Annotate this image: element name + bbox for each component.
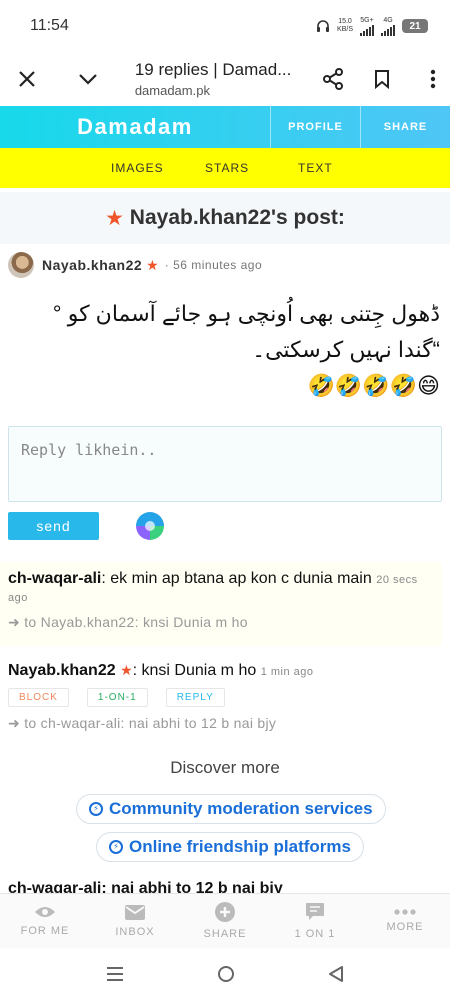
signal-icon bbox=[381, 24, 395, 36]
post-author-row: Nayab.khan22 ★ · 56 minutes ago bbox=[8, 252, 262, 278]
eye-icon bbox=[35, 907, 55, 917]
star-icon: ★ bbox=[146, 256, 159, 273]
share-icon bbox=[322, 68, 343, 90]
comment-author[interactable]: Nayab.khan22 bbox=[8, 662, 116, 679]
post-body: ڈھول جِتنی بھی اُونچی ہو جائے آسمان کو °… bbox=[10, 296, 440, 404]
share-page-button[interactable] bbox=[316, 62, 349, 96]
bookmark-icon bbox=[374, 70, 389, 89]
headphones-icon bbox=[317, 20, 330, 32]
comment-item: ch-waqar-ali: ek min ap btana ap kon c d… bbox=[0, 562, 442, 646]
status-time: 11:54 bbox=[30, 17, 69, 34]
battery-icon: 21 bbox=[402, 19, 428, 33]
page-url: damadam.pk bbox=[134, 83, 210, 98]
page-tab-title: 19 replies | Damad... bbox=[134, 60, 292, 79]
comment-actions: BLOCK 1-ON-1 REPLY bbox=[8, 688, 434, 707]
discover-title: Discover more bbox=[170, 758, 280, 777]
lightning-icon: ⚡ bbox=[109, 840, 123, 854]
tab-label: FOR ME bbox=[20, 925, 70, 937]
tab-label: SHARE bbox=[203, 928, 247, 940]
net-5g-label: 5G+ bbox=[360, 16, 374, 24]
tab-for-me[interactable]: FOR ME bbox=[0, 894, 90, 948]
nav-stars[interactable]: STARS bbox=[205, 161, 249, 175]
browser-menu-button[interactable] bbox=[417, 62, 450, 96]
tab-label: MORE bbox=[386, 921, 424, 933]
tab-label: INBOX bbox=[115, 925, 155, 938]
browser-title-box[interactable]: 19 replies | Damad... damadam.pk bbox=[135, 60, 302, 98]
comment-text: : knsi Dunia m ho bbox=[132, 662, 257, 679]
site-header: Damadam PROFILE SHARE bbox=[0, 106, 450, 148]
send-button[interactable]: send bbox=[8, 512, 99, 540]
net-speed-value: 15.0 bbox=[338, 18, 352, 25]
post-author-name[interactable]: Nayab.khan22 bbox=[42, 257, 142, 273]
close-tab-button[interactable] bbox=[10, 62, 43, 96]
post-heading-text: Nayab.khan22's post: bbox=[129, 206, 345, 229]
reply-button[interactable]: REPLY bbox=[165, 688, 225, 707]
one-on-one-button[interactable]: 1-ON-1 bbox=[86, 688, 148, 707]
comment-time: 1 min ago bbox=[260, 666, 314, 678]
plus-circle-icon bbox=[215, 902, 235, 922]
signal-4g: 4G bbox=[381, 17, 395, 36]
mail-icon bbox=[125, 904, 145, 920]
net-speed-unit: KB/S bbox=[337, 26, 353, 33]
reply-input[interactable]: Reply likhein.. bbox=[8, 426, 442, 502]
post-line-3: 😄🤣🤣🤣🤣 bbox=[307, 373, 440, 398]
comment-text: : ek min ap btana ap kon c dunia main bbox=[101, 570, 372, 587]
bookmark-button[interactable] bbox=[365, 62, 398, 96]
post-heading: ★ Nayab.khan22's post: bbox=[0, 192, 450, 244]
close-icon bbox=[18, 71, 35, 87]
block-button[interactable]: BLOCK bbox=[8, 688, 69, 707]
minimize-button[interactable] bbox=[71, 62, 104, 96]
signal-5g: 5G+ bbox=[360, 17, 374, 36]
post-line-1: ڈھول جِتنی بھی اُونچی ہو جائے آسمان کو ° bbox=[52, 301, 440, 326]
more-horizontal-icon bbox=[394, 909, 416, 915]
status-icons: 15.0 KB/S 5G+ 4G 21 bbox=[316, 17, 428, 36]
emoji-picker-icon[interactable] bbox=[136, 512, 164, 540]
more-vertical-icon bbox=[431, 69, 436, 89]
share-link[interactable]: SHARE bbox=[360, 106, 450, 148]
recent-apps-icon[interactable] bbox=[106, 966, 124, 982]
comment-reply-to[interactable]: ➜ to Nayab.khan22: knsi Dunia m ho bbox=[8, 614, 434, 631]
profile-link[interactable]: PROFILE bbox=[270, 106, 360, 148]
chat-bubble-icon bbox=[306, 903, 324, 920]
discover-item-label: Online friendship platforms bbox=[129, 837, 351, 856]
tab-one-on-one[interactable]: 1 ON 1 bbox=[270, 894, 360, 948]
discover-item-label: Community moderation services bbox=[109, 799, 373, 818]
net-4g-label: 4G bbox=[383, 16, 393, 24]
status-bar: 11:54 15.0 KB/S 5G+ 4G 21 bbox=[0, 0, 450, 52]
post-time: · 56 minutes ago bbox=[164, 258, 263, 272]
tab-inbox[interactable]: INBOX bbox=[90, 894, 180, 948]
home-icon[interactable] bbox=[217, 965, 235, 983]
tab-more[interactable]: MORE bbox=[360, 894, 450, 948]
comment-author[interactable]: ch-waqar-ali bbox=[8, 570, 101, 587]
comment-reply-to[interactable]: ➜ to ch-waqar-ali: nai abhi to 12 b nai … bbox=[8, 715, 434, 732]
bottom-tab-bar: FOR ME INBOX SHARE 1 ON 1 MORE bbox=[0, 893, 450, 948]
star-icon: ★ bbox=[105, 206, 124, 230]
nav-images[interactable]: IMAGES bbox=[111, 161, 164, 175]
back-icon[interactable] bbox=[328, 965, 344, 983]
comment-item: Nayab.khan22 ★: knsi Dunia m ho 1 min ag… bbox=[0, 654, 442, 744]
tab-label: 1 ON 1 bbox=[294, 928, 336, 940]
section-nav: IMAGES STARS TEXT bbox=[0, 148, 450, 188]
discover-item[interactable]: ⚡ Online friendship platforms bbox=[96, 832, 364, 862]
lightning-icon: ⚡ bbox=[89, 802, 103, 816]
discover-item[interactable]: ⚡ Community moderation services bbox=[76, 794, 386, 824]
post-line-2: “گندا نہیں کرسکتی۔ bbox=[252, 337, 440, 362]
system-navigation bbox=[0, 948, 450, 1000]
chevron-down-icon bbox=[79, 74, 97, 85]
signal-icon bbox=[360, 24, 374, 36]
site-logo[interactable]: Damadam bbox=[0, 106, 270, 148]
net-speed: 15.0 KB/S bbox=[337, 18, 353, 34]
comment-item-partial: ch-waqar-ali: nai abhi to 12 b nai bjy bbox=[8, 880, 283, 894]
star-icon: ★ bbox=[120, 662, 133, 678]
tab-share[interactable]: SHARE bbox=[180, 894, 270, 948]
avatar[interactable] bbox=[8, 252, 34, 278]
nav-text[interactable]: TEXT bbox=[298, 161, 333, 175]
browser-toolbar: 19 replies | Damad... damadam.pk bbox=[0, 52, 450, 106]
